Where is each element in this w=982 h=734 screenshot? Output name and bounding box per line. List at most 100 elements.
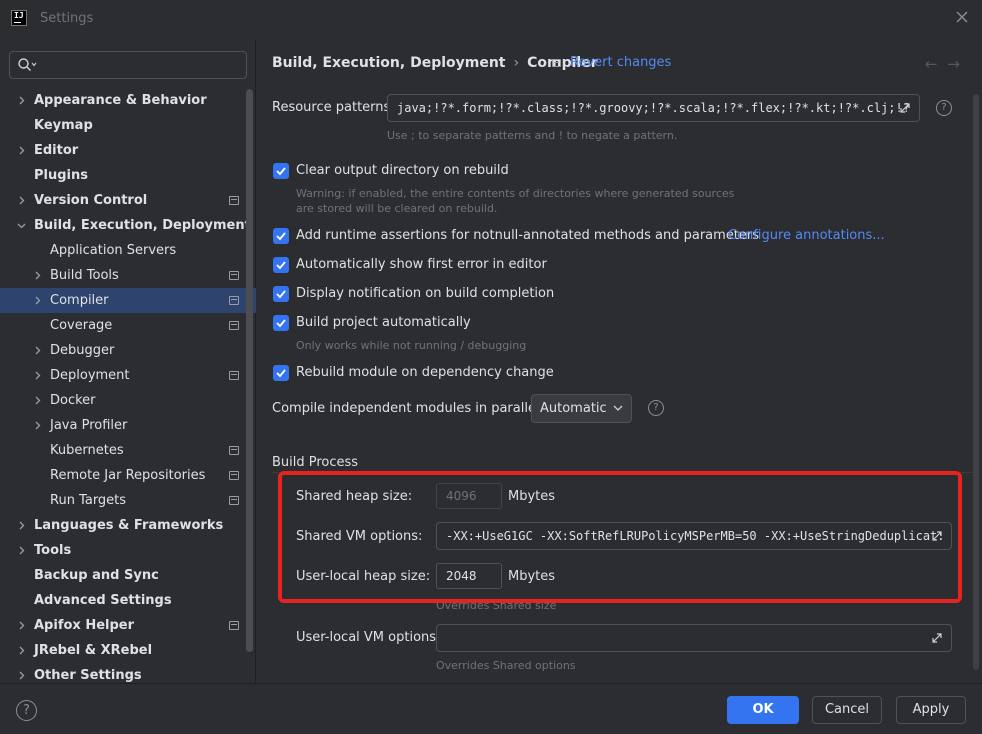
chevron-right-icon[interactable]: [33, 421, 42, 430]
checkbox-checked[interactable]: [273, 286, 289, 302]
chevron-right-icon[interactable]: [33, 371, 42, 380]
breadcrumb-parent[interactable]: Build, Execution, Deployment: [272, 55, 506, 71]
project-level-icon: [229, 471, 239, 480]
chevron-right-icon[interactable]: [17, 671, 26, 680]
sidebar-item-appearance-behavior[interactable]: Appearance & Behavior: [0, 88, 256, 113]
sidebar-item-label: Apifox Helper: [34, 618, 135, 633]
expand-icon[interactable]: [898, 101, 912, 115]
sidebar-item-deployment[interactable]: Deployment: [0, 363, 256, 388]
sidebar-item-coverage[interactable]: Coverage: [0, 313, 256, 338]
intellij-app-icon: IJ: [11, 10, 27, 26]
chevron-right-icon[interactable]: [33, 271, 42, 280]
sidebar-item-label: Plugins: [34, 168, 88, 183]
back-arrow-icon[interactable]: ←: [925, 55, 948, 73]
checkbox-checked[interactable]: [273, 228, 289, 244]
sidebar-item-editor[interactable]: Editor: [0, 138, 256, 163]
sidebar-item-label: Application Servers: [50, 243, 177, 258]
chevron-right-icon[interactable]: [17, 646, 26, 655]
chevron-right-icon[interactable]: [17, 621, 26, 630]
sidebar-item-label: Keymap: [34, 118, 93, 133]
chevron-right-icon[interactable]: [33, 396, 42, 405]
resource-patterns-hint: Use ; to separate patterns and ! to nega…: [387, 129, 678, 142]
chevron-right-icon[interactable]: [17, 521, 26, 530]
sidebar-item-version-control[interactable]: Version Control: [0, 188, 256, 213]
checkbox-checked[interactable]: [273, 365, 289, 381]
sidebar-item-label: Tools: [34, 543, 72, 558]
sidebar-item-application-servers[interactable]: Application Servers: [0, 238, 256, 263]
search-input[interactable]: [9, 51, 247, 79]
sidebar-item-docker[interactable]: Docker: [0, 388, 256, 413]
cancel-button[interactable]: Cancel: [812, 696, 882, 724]
sidebar-item-keymap[interactable]: Keymap: [0, 113, 256, 138]
chevron-right-icon[interactable]: [33, 296, 42, 305]
chevron-right-icon[interactable]: [17, 546, 26, 555]
sidebar-item-backup-and-sync[interactable]: Backup and Sync: [0, 563, 256, 588]
resource-patterns-field[interactable]: java;!?*.form;!?*.class;!?*.groovy;!?*.s…: [387, 94, 920, 122]
project-level-icon: [229, 371, 239, 380]
user-heap-input[interactable]: 2048: [436, 563, 502, 589]
title-bar: IJ Settings: [0, 0, 982, 40]
breadcrumb-separator: ›: [513, 55, 520, 71]
build-auto-hint: Only works while not running / debugging: [296, 339, 527, 352]
sidebar-item-advanced-settings[interactable]: Advanced Settings: [0, 588, 256, 613]
sidebar-item-java-profiler[interactable]: Java Profiler: [0, 413, 256, 438]
show-first-error-label: Automatically show first error in editor: [296, 257, 547, 272]
sidebar-item-compiler[interactable]: Compiler: [0, 288, 256, 313]
shared-heap-input[interactable]: 4096: [436, 483, 502, 509]
parallel-value: Automatic: [540, 401, 607, 416]
chevron-right-icon[interactable]: [17, 146, 26, 155]
sidebar-item-label: Version Control: [34, 193, 148, 208]
sidebar-item-label: Backup and Sync: [34, 568, 159, 583]
sidebar-item-run-targets[interactable]: Run Targets: [0, 488, 256, 513]
sidebar-item-label: Deployment: [50, 368, 130, 383]
apply-button[interactable]: Apply: [896, 696, 966, 724]
close-icon[interactable]: [952, 8, 972, 28]
sidebar-item-debugger[interactable]: Debugger: [0, 338, 256, 363]
sidebar-item-label: Coverage: [50, 318, 113, 333]
sidebar-item-plugins[interactable]: Plugins: [0, 163, 256, 188]
help-icon[interactable]: ?: [936, 100, 952, 116]
shared-heap-label: Shared heap size:: [296, 489, 413, 504]
configure-annotations-link[interactable]: Configure annotations...: [728, 228, 885, 243]
shared-vm-field[interactable]: -XX:+UseG1GC -XX:SoftRefLRUPolicyMSPerMB…: [436, 522, 952, 550]
project-level-icon: [229, 196, 239, 205]
parallel-dropdown[interactable]: Automatic: [531, 394, 632, 423]
checkbox-checked[interactable]: [273, 257, 289, 273]
sidebar-item-build-tools[interactable]: Build Tools: [0, 263, 256, 288]
sidebar-item-remote-jar-repositories[interactable]: Remote Jar Repositories: [0, 463, 256, 488]
notification-label: Display notification on build completion: [296, 286, 555, 301]
chevron-right-icon[interactable]: [33, 346, 42, 355]
project-level-icon: [229, 621, 239, 630]
sidebar-item-label: Build Tools: [50, 268, 119, 283]
sidebar-item-label: Docker: [50, 393, 96, 408]
chevron-right-icon[interactable]: [17, 96, 26, 105]
sidebar-item-build-execution-deployment[interactable]: Build, Execution, Deployment: [0, 213, 256, 238]
sidebar-item-jrebel-xrebel[interactable]: JRebel & XRebel: [0, 638, 256, 663]
clear-output-hint-line1: Warning: if enabled, the entire contents…: [296, 187, 735, 200]
expand-icon[interactable]: [930, 631, 944, 645]
sidebar-item-tools[interactable]: Tools: [0, 538, 256, 563]
shared-vm-value: -XX:+UseG1GC -XX:SoftRefLRUPolicyMSPerMB…: [446, 529, 945, 543]
sidebar-scrollbar[interactable]: [246, 89, 253, 652]
expand-icon[interactable]: [930, 529, 944, 543]
project-level-icon: [229, 496, 239, 505]
chevron-down-icon[interactable]: [17, 221, 26, 230]
window-title: Settings: [40, 11, 94, 26]
resource-patterns-label: Resource patterns:: [272, 100, 395, 115]
checkbox-checked[interactable]: [273, 163, 289, 179]
sidebar-item-kubernetes[interactable]: Kubernetes: [0, 438, 256, 463]
content-scrollbar[interactable]: [973, 94, 979, 670]
sidebar-item-apifox-helper[interactable]: Apifox Helper: [0, 613, 256, 638]
sidebar-item-languages-frameworks[interactable]: Languages & Frameworks: [0, 513, 256, 538]
revert-changes-link[interactable]: Revert changes: [570, 55, 671, 70]
clear-output-label: Clear output directory on rebuild: [296, 163, 509, 178]
sidebar-item-label: Editor: [34, 143, 79, 158]
user-vm-field[interactable]: [436, 624, 952, 652]
help-icon[interactable]: ?: [648, 400, 664, 416]
chevron-right-icon[interactable]: [17, 196, 26, 205]
help-icon[interactable]: ?: [16, 700, 37, 721]
checkbox-checked[interactable]: [273, 315, 289, 331]
ok-button[interactable]: OK: [727, 696, 799, 724]
sidebar-item-label: Kubernetes: [50, 443, 124, 458]
forward-arrow-icon[interactable]: →: [947, 55, 970, 73]
